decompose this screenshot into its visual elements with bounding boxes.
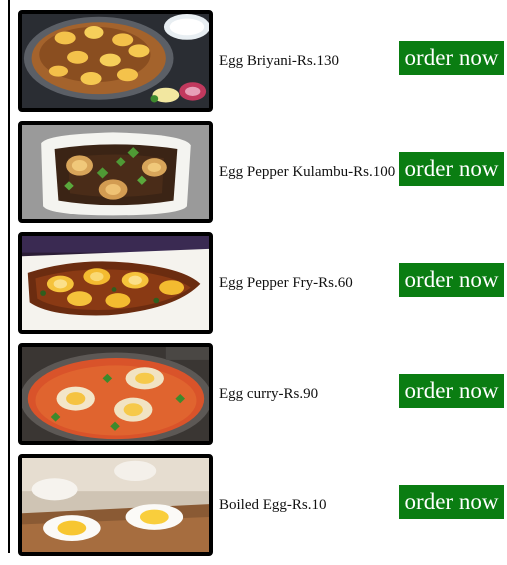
dish-name: Egg curry-Rs.90 — [219, 385, 319, 402]
dish-name: Egg Pepper Fry-Rs.60 — [219, 274, 353, 291]
menu-item-egg-biryani: Egg Briyani-Rs.130 order now — [18, 10, 507, 112]
egg-pepper-kulambu-image — [18, 121, 213, 223]
menu-item-egg-pepper-kulambu: Egg Pepper Kulambu-Rs.100 order now — [18, 121, 507, 223]
menu-item-boiled-egg: Boiled Egg-Rs.10 order now — [18, 454, 507, 556]
dish-name: Egg Pepper Kulambu-Rs.100 — [219, 163, 396, 180]
dish-name: Egg Briyani-Rs.130 — [219, 52, 339, 69]
order-now-button[interactable]: order now — [399, 374, 504, 408]
order-now-button[interactable]: order now — [399, 152, 504, 186]
order-now-button[interactable]: order now — [399, 41, 504, 75]
egg-biryani-image — [18, 10, 213, 112]
left-border-line — [8, 0, 10, 553]
egg-curry-image — [18, 343, 213, 445]
menu-item-egg-curry: Egg curry-Rs.90 order now — [18, 343, 507, 445]
dish-name: Boiled Egg-Rs.10 — [219, 496, 327, 513]
boiled-egg-image — [18, 454, 213, 556]
menu-item-egg-pepper-fry: Egg Pepper Fry-Rs.60 order now — [18, 232, 507, 334]
egg-pepper-fry-image — [18, 232, 213, 334]
menu-list: Egg Briyani-Rs.130 order now Egg Pepper … — [18, 10, 507, 565]
order-now-button[interactable]: order now — [399, 485, 504, 519]
order-now-button[interactable]: order now — [399, 263, 504, 297]
